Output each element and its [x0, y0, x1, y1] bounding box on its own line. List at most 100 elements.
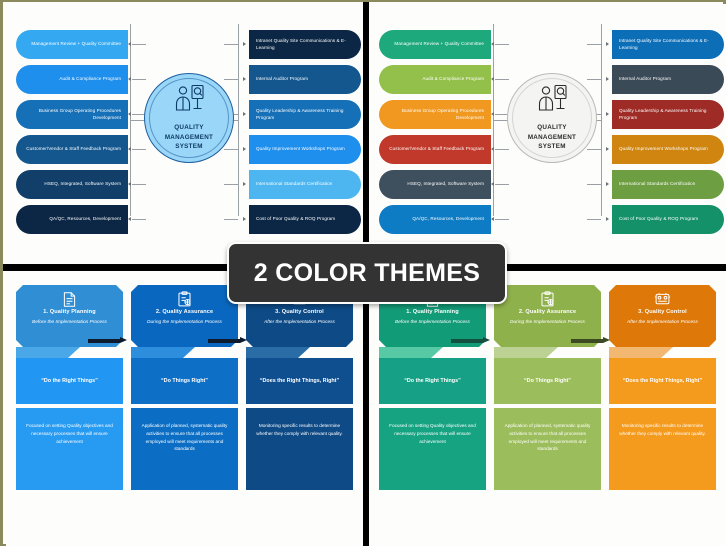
qms-left-item-label: Audit & Compliance Program: [59, 76, 121, 82]
qms-right-item-2[interactable]: Internal Auditor Program: [249, 65, 361, 94]
qms-right-item-6[interactable]: Cost of Poor Quality & ROQ Program: [612, 205, 724, 234]
step-title: 2. Quality Assurance: [155, 309, 214, 315]
process-step-3[interactable]: 3. Quality Control After the Implementat…: [246, 285, 353, 490]
step-body: Focused on setting Quality objectives an…: [16, 408, 123, 490]
document-checklist-icon: [61, 291, 79, 307]
qms-right-item-label: Internal Auditor Program: [256, 76, 308, 82]
clipboard-gear-icon: [176, 291, 194, 307]
qms-right-item-label: Cost of Poor Quality & ROQ Program: [256, 216, 336, 222]
qms-right-item-4[interactable]: Quality Improvement Workshops Program: [249, 135, 361, 164]
connector-stub-left-1: [495, 44, 509, 45]
qms-right-item-4[interactable]: Quality Improvement Workshops Program: [612, 135, 724, 164]
step-ribbon: [609, 347, 716, 358]
qms-right-item-label: Intranet Quality Site Communications & E…: [619, 37, 709, 50]
process-step-2[interactable]: 2. Quality Assurance During the Implemen…: [131, 285, 238, 490]
qms-left-item-label: Audit & Compliance Program: [422, 76, 484, 82]
qms-left-column: Management Review + Quality Committee Aud…: [16, 30, 128, 240]
qms-center-title-line1: QUALITY: [537, 123, 567, 131]
step-ribbon: [131, 347, 238, 358]
connector-stub-right-2: [587, 79, 601, 80]
connector-stub-left-5: [495, 184, 509, 185]
qms-right-item-label: International Standards Certification: [256, 181, 333, 187]
qms-right-item-2[interactable]: Internal Auditor Program: [612, 65, 724, 94]
quality-inspector-icon: [535, 84, 569, 119]
step-header: 1. Quality Planning Before the Implement…: [16, 285, 123, 347]
connector-stub-right-2: [224, 79, 238, 80]
connector-stub-left-5: [132, 184, 146, 185]
connector-stub-left-4: [132, 149, 146, 150]
slide-page: Management Review + Quality Committee Aud…: [0, 0, 726, 546]
qms-right-item-6[interactable]: Cost of Poor Quality & ROQ Program: [249, 205, 361, 234]
connector-arrow-right-6: [606, 217, 609, 221]
qms-left-item-4[interactable]: Customer/Vendor & Staff Feedback Program: [379, 135, 491, 164]
qms-right-item-label: Quality Improvement Workshops Program: [256, 146, 345, 152]
process-step-1[interactable]: 1. Quality Planning Before the Implement…: [379, 285, 486, 490]
quality-process-blue: 1. Quality Planning Before the Implement…: [6, 271, 363, 546]
connector-arrow-left-6: [491, 217, 494, 221]
connector-arrow-left-3: [128, 112, 131, 116]
qms-right-item-label: Internal Auditor Program: [619, 76, 671, 82]
qms-right-item-5[interactable]: International Standards Certification: [612, 170, 724, 199]
connector-arrow-left-3: [491, 112, 494, 116]
connector-arrow-right-5: [606, 182, 609, 186]
connector-arrow-right-5: [243, 182, 246, 186]
qms-right-item-3[interactable]: Quality Leadership & Awareness Training …: [249, 100, 361, 129]
qms-left-item-label: Management Review + Quality Committee: [31, 41, 121, 47]
qms-left-item-5[interactable]: HSEQ, Integrated, Software System: [379, 170, 491, 199]
qms-left-item-3[interactable]: Business Group Operating Procedures Deve…: [379, 100, 491, 129]
qms-center-title: QUALITY MANAGEMENT SYSTEM: [165, 123, 213, 152]
qms-left-item-6[interactable]: QA/QC, Resources, Development: [16, 205, 128, 234]
qms-left-item-1[interactable]: Management Review + Quality Committee: [16, 30, 128, 59]
connector-arrow-left-4: [491, 147, 494, 151]
qms-left-column: Management Review + Quality Committee Aud…: [379, 30, 491, 240]
step-body: Monitoring specific results to determine…: [609, 408, 716, 490]
qms-right-item-1[interactable]: Intranet Quality Site Communications & E…: [612, 30, 724, 59]
qms-left-item-2[interactable]: Audit & Compliance Program: [16, 65, 128, 94]
qms-left-item-4[interactable]: Customer/Vendor & Staff Feedback Program: [16, 135, 128, 164]
quality-inspector-icon: [172, 84, 206, 119]
connector-arrow-left-2: [128, 77, 131, 81]
qms-right-item-3[interactable]: Quality Leadership & Awareness Training …: [612, 100, 724, 129]
connector-stub-left-2: [132, 79, 146, 80]
qms-left-item-label: Business Group Operating Procedures Deve…: [401, 107, 484, 120]
connector-arrow-left-2: [491, 77, 494, 81]
connector-stub-right-1: [587, 44, 601, 45]
qms-center-title-line3: SYSTEM: [175, 143, 203, 151]
connector-stub-right-6: [224, 219, 238, 220]
step-title: 3. Quality Control: [638, 309, 687, 315]
qms-center-title: QUALITY MANAGEMENT SYSTEM: [528, 123, 576, 152]
step-body: Application of planned, systematic quali…: [131, 408, 238, 490]
step-header: 3. Quality Control After the Implementat…: [609, 285, 716, 347]
connector-arrow-right-2: [243, 77, 246, 81]
connector-arrow-left-1: [128, 42, 131, 46]
connector-stub-right-6: [587, 219, 601, 220]
qms-left-item-2[interactable]: Audit & Compliance Program: [379, 65, 491, 94]
step-subtitle: During the Implementation Process: [147, 320, 222, 325]
step-header: 2. Quality Assurance During the Implemen…: [494, 285, 601, 347]
connector-arrow-left-5: [128, 182, 131, 186]
process-step-1[interactable]: 1. Quality Planning Before the Implement…: [16, 285, 123, 490]
connector-arrow-left-4: [128, 147, 131, 151]
qms-left-item-label: Management Review + Quality Committee: [394, 41, 484, 47]
qms-left-item-1[interactable]: Management Review + Quality Committee: [379, 30, 491, 59]
qms-right-column: Intranet Quality Site Communications & E…: [612, 30, 724, 240]
qms-left-item-3[interactable]: Business Group Operating Procedures Deve…: [16, 100, 128, 129]
step-body: Focused on setting Quality objectives an…: [379, 408, 486, 490]
qms-left-item-5[interactable]: HSEQ, Integrated, Software System: [16, 170, 128, 199]
qms-left-item-label: HSEQ, Integrated, Software System: [44, 181, 121, 187]
qms-right-item-1[interactable]: Intranet Quality Site Communications & E…: [249, 30, 361, 59]
step-quote: “Do Things Right”: [131, 358, 238, 404]
connector-arrow-left-5: [491, 182, 494, 186]
step-quote: “Do the Right Things”: [16, 358, 123, 404]
process-step-3[interactable]: 3. Quality Control After the Implementat…: [609, 285, 716, 490]
qms-right-item-5[interactable]: International Standards Certification: [249, 170, 361, 199]
quality-process-color: 1. Quality Planning Before the Implement…: [369, 271, 726, 546]
qms-left-item-label: Customer/Vendor & Staff Feedback Program: [389, 146, 484, 152]
quality-control-badge-icon: [654, 291, 672, 307]
qms-diagram-blue: Management Review + Quality Committee Aud…: [6, 4, 363, 264]
qms-center-title-line3: SYSTEM: [538, 143, 566, 151]
qms-left-item-6[interactable]: QA/QC, Resources, Development: [379, 205, 491, 234]
process-step-2[interactable]: 2. Quality Assurance During the Implemen…: [494, 285, 601, 490]
connector-arrow-right-2: [606, 77, 609, 81]
step-quote: “Do the Right Things”: [379, 358, 486, 404]
